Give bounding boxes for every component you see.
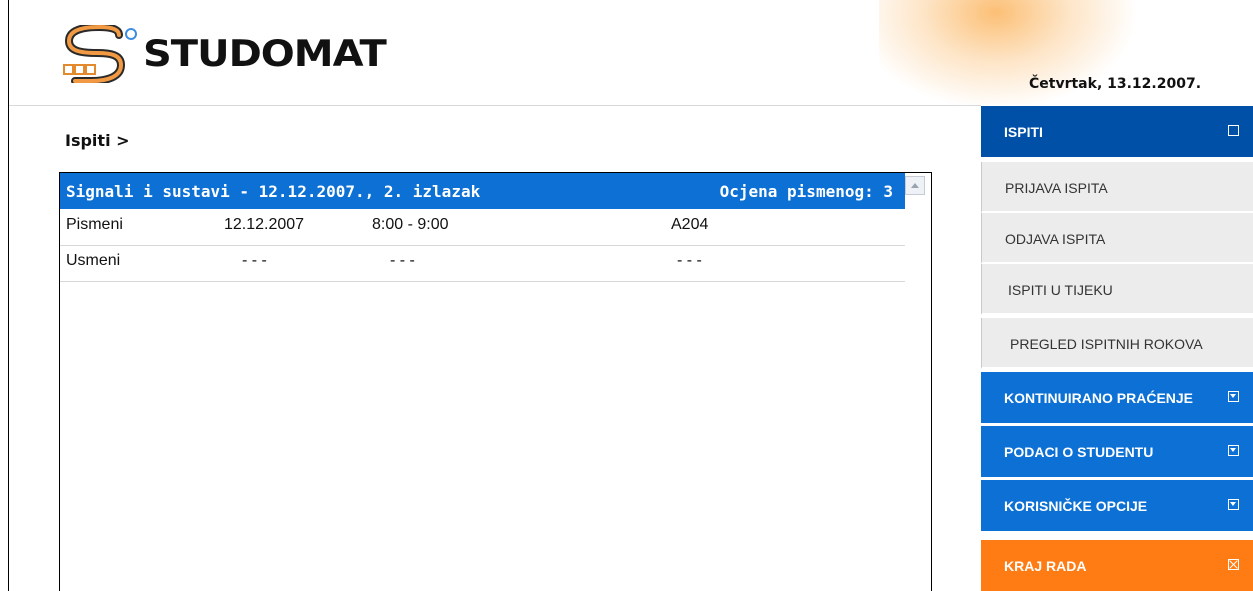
sidebar-item-label: ISPITI [1004,124,1043,140]
sidebar-item-label: PODACI O STUDENTU [1004,444,1154,460]
logo-text: STUDOMAT [143,32,387,76]
exam-room: - - - [677,252,702,269]
sidebar-item-odjava-ispita[interactable]: ODJAVA ISPITA [981,213,1253,264]
sidebar-item-label: PRIJAVA ISPITA [1005,180,1108,196]
sidebar-item-prijava-ispita[interactable]: PRIJAVA ISPITA [981,162,1253,213]
scroll-up-button[interactable] [905,176,925,195]
sidebar-item-ispiti[interactable]: ISPITI [981,106,1253,157]
exam-type: Pismeni [66,216,123,233]
dropdown-icon [1228,499,1239,510]
sidebar-item-label: ODJAVA ISPITA [1005,231,1106,247]
exam-panel: Signali i sustavi - 12.12.2007., 2. izla… [59,172,932,591]
sidebar-item-label: KRAJ RADA [1004,558,1087,574]
exam-time: 8:00 - 9:00 [372,216,449,233]
logo[interactable]: STUDOMAT [61,24,387,84]
exam-type: Usmeni [66,252,121,269]
sidebar-item-label: PREGLED ISPITNIH ROKOVA [1010,336,1203,352]
sidebar-item-label: ISPITI U TIJEKU [1008,282,1113,298]
close-box-icon [1228,559,1239,570]
sidebar-nav: ISPITI PRIJAVA ISPITA ODJAVA ISPITA ISPI… [981,106,1253,591]
sidebar-item-label: KORISNIČKE OPCIJE [1004,498,1148,514]
sidebar-item-kontinuirano-pracenje[interactable]: KONTINUIRANO PRAĆENJE [981,372,1253,423]
exam-room: A204 [671,216,709,233]
current-date: Četvrtak, 13.12.2007. [1029,76,1202,92]
exam-date: 12.12.2007 [224,216,305,233]
sidebar-item-pregled-ispitnih-rokova[interactable]: PREGLED ISPITNIH ROKOVA [981,318,1253,369]
breadcrumb[interactable]: Ispiti > [65,131,130,150]
dropdown-icon [1228,445,1239,456]
sidebar-item-label: KONTINUIRANO PRAĆENJE [1004,390,1194,406]
exam-date: - - - [242,252,267,269]
exam-header[interactable]: Signali i sustavi - 12.12.2007., 2. izla… [60,173,905,209]
exam-time: - - - [390,252,415,269]
logo-mark-icon [63,25,137,83]
table-row: Usmeni - - - - - - - - - [60,245,905,282]
written-grade: Ocjena pismenog: 3 [719,182,893,201]
sidebar-item-ispiti-u-tijeku[interactable]: ISPITI U TIJEKU [981,264,1253,315]
sidebar-item-kraj-rada[interactable]: KRAJ RADA [981,540,1253,591]
header-divider [9,105,981,106]
sidebar-item-podaci-o-studentu[interactable]: PODACI O STUDENTU [981,426,1253,477]
sidebar-item-korisnicke-opcije[interactable]: KORISNIČKE OPCIJE [981,480,1253,531]
site-header: STUDOMAT Četvrtak, 13.12.2007. [9,0,1253,105]
table-row: Pismeni 12.12.2007 8:00 - 9:00 A204 [60,209,905,246]
dropdown-icon [1228,391,1239,402]
exam-title: Signali i sustavi - 12.12.2007., 2. izla… [66,182,481,201]
square-icon [1228,125,1239,136]
